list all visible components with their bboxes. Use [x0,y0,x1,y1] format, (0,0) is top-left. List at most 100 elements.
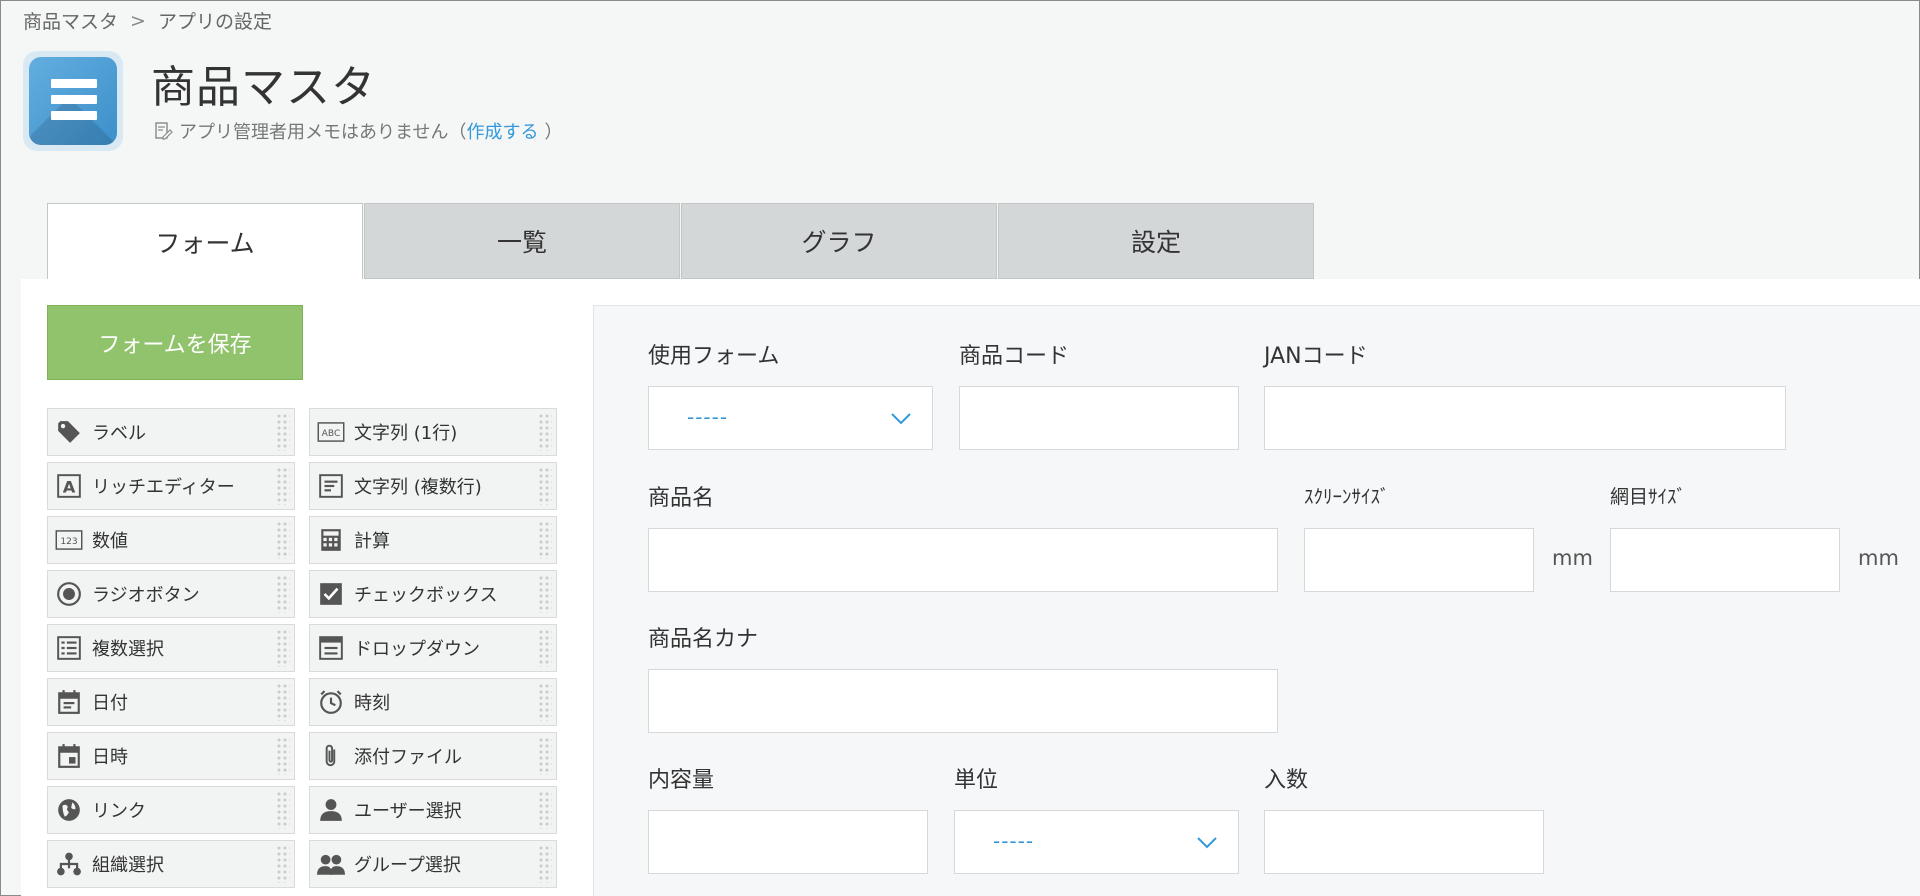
product-name-field[interactable] [648,528,1278,592]
drag-handle-icon[interactable] [538,575,552,613]
palette-item-label: 複数選択 [92,639,164,660]
content-amount-field[interactable] [648,810,928,874]
breadcrumb-current: アプリの設定 [157,11,272,33]
drag-handle-icon[interactable] [538,467,552,505]
breadcrumb-separator: > [130,9,146,32]
tab-graph[interactable]: グラフ [681,203,997,279]
palette-item[interactable]: グループ選択 [309,840,557,888]
unit-label: 単位 [954,768,999,793]
tab-form[interactable]: フォーム [47,203,363,280]
clock-icon [316,687,346,717]
screen-size-unit: mm [1552,546,1593,570]
quantity-field[interactable] [1264,810,1544,874]
palette-item-label: ラジオボタン [92,585,200,606]
jan-code-field[interactable] [1264,386,1786,450]
memo-text: アプリ管理者用メモはありません（ [179,122,467,143]
drag-handle-icon[interactable] [538,791,552,829]
palette-item[interactable]: 日付 [47,678,295,726]
palette-item[interactable]: 文字列 (複数行) [309,462,557,510]
create-memo-link[interactable]: 作成する [466,118,538,144]
screen-size-field[interactable] [1304,528,1534,592]
unit-dropdown[interactable]: ----- [954,810,1239,874]
multiline-text-icon [316,471,346,501]
palette-item-label: ユーザー選択 [354,801,462,822]
admin-memo: アプリ管理者用メモはありません（ 作成する ） [153,118,562,144]
net-size-field[interactable] [1610,528,1840,592]
group-icon [316,849,346,879]
palette-item[interactable]: ラベル [47,408,295,456]
field-palette: フォームを保存 ラベル ABC 文字列 (1行) A リッチエディター 文字列 (複数行)… [47,305,557,888]
use-form-dropdown[interactable]: ----- [648,386,933,450]
drag-handle-icon[interactable] [538,845,552,883]
palette-item-label: ラベル [92,423,146,444]
product-name-label: 商品名 [648,486,715,511]
drag-handle-icon[interactable] [276,629,290,667]
palette-item-label: 文字列 (1行) [354,423,458,444]
drag-handle-icon[interactable] [276,683,290,721]
drag-handle-icon[interactable] [276,575,290,613]
palette-item[interactable]: 計算 [309,516,557,564]
palette-item[interactable]: 123 数値 [47,516,295,564]
palette-item[interactable]: ドロップダウン [309,624,557,672]
breadcrumb-app-link[interactable]: 商品マスタ [23,7,118,34]
palette-item[interactable]: A リッチエディター [47,462,295,510]
app-icon [23,51,123,151]
page-title: 商品マスタ [151,62,376,113]
palette-item[interactable]: 複数選択 [47,624,295,672]
globe-icon [54,795,84,825]
product-code-field[interactable] [959,386,1239,450]
product-name-kana-field[interactable] [648,669,1278,733]
tab-settings[interactable]: 設定 [998,203,1314,279]
chevron-down-icon [891,413,911,425]
drag-handle-icon[interactable] [538,683,552,721]
palette-item[interactable]: ユーザー選択 [309,786,557,834]
net-size-label: 網目ｻｲｽﾞ [1610,486,1687,508]
jan-code-label: JANコード [1264,344,1368,369]
drag-handle-icon[interactable] [276,413,290,451]
palette-item[interactable]: チェックボックス [309,570,557,618]
drag-handle-icon[interactable] [538,737,552,775]
drag-handle-icon[interactable] [276,467,290,505]
palette-item[interactable]: 時刻 [309,678,557,726]
net-size-unit: mm [1858,546,1899,570]
datetime-icon [54,741,84,771]
drag-handle-icon[interactable] [538,521,552,559]
drag-handle-icon[interactable] [276,521,290,559]
paperclip-icon [316,741,346,771]
product-name-kana-label: 商品名カナ [648,627,759,652]
palette-item-label: 添付ファイル [354,747,462,768]
palette-item[interactable]: 組織選択 [47,840,295,888]
drag-handle-icon[interactable] [538,629,552,667]
radio-icon [54,579,84,609]
dropdown-icon [316,633,346,663]
rich-editor-icon: A [54,471,84,501]
memo-close-paren: ） [544,122,563,143]
palette-item-label: 日時 [92,747,128,768]
form-editor-panel: フォームを保存 ラベル ABC 文字列 (1行) A リッチエディター 文字列 (複数行)… [21,279,1920,896]
palette-item-label: 時刻 [354,693,390,714]
quantity-label: 入数 [1264,768,1309,793]
drag-handle-icon[interactable] [276,791,290,829]
palette-item[interactable]: 添付ファイル [309,732,557,780]
palette-item[interactable]: ABC 文字列 (1行) [309,408,557,456]
palette-item-label: 組織選択 [92,855,164,876]
tab-list[interactable]: 一覧 [364,203,680,279]
settings-tabs: フォーム 一覧 グラフ 設定 [47,203,1315,280]
tag-icon [54,417,84,447]
checkbox-icon [316,579,346,609]
drag-handle-icon[interactable] [276,845,290,883]
number-icon: 123 [54,525,84,555]
palette-item[interactable]: リンク [47,786,295,834]
drag-handle-icon[interactable] [538,413,552,451]
chevron-down-icon [1197,837,1217,849]
palette-item[interactable]: ラジオボタン [47,570,295,618]
abc-icon: ABC [316,417,346,447]
palette-grid: ラベル ABC 文字列 (1行) A リッチエディター 文字列 (複数行) 123 数値 計算ラ… [47,408,557,888]
use-form-label: 使用フォーム [648,344,780,369]
drag-handle-icon[interactable] [276,737,290,775]
palette-item-label: チェックボックス [354,585,498,606]
palette-item[interactable]: 日時 [47,732,295,780]
save-form-button[interactable]: フォームを保存 [47,305,303,380]
palette-item-label: 日付 [92,693,128,714]
palette-item-label: リッチエディター [92,477,235,498]
